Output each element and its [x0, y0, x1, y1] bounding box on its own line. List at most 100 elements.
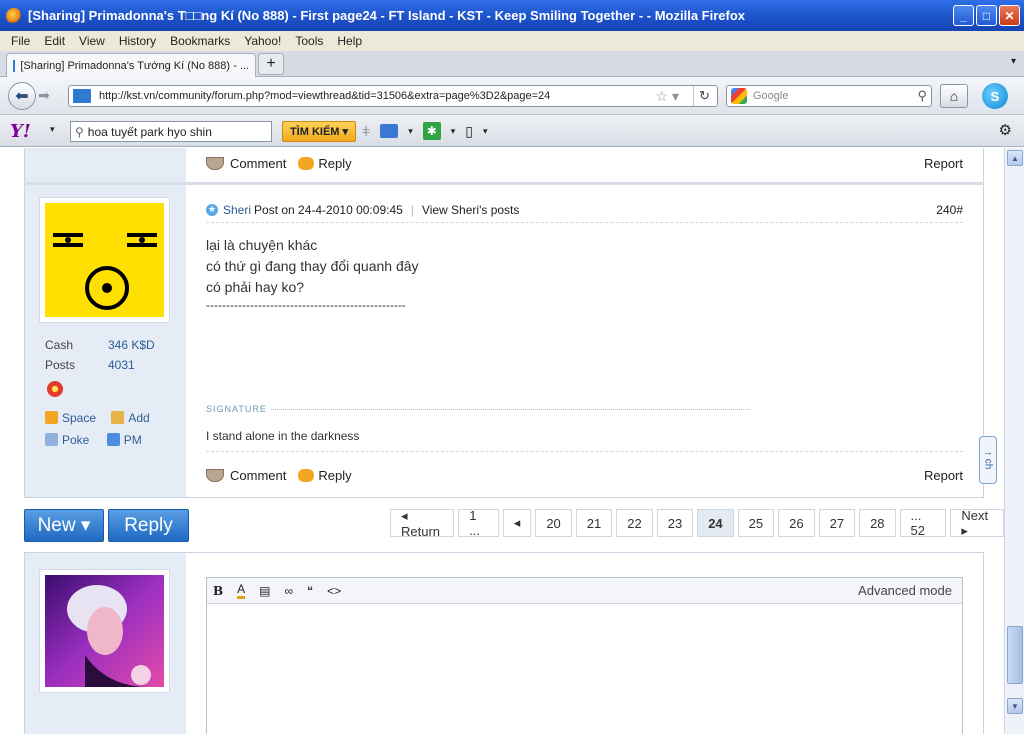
report-link[interactable]: Report	[924, 468, 963, 483]
menu-yahoo[interactable]: Yahoo!	[244, 34, 281, 48]
pager-page[interactable]: 20	[535, 509, 572, 537]
menu-history[interactable]: History	[119, 34, 156, 48]
signature-text: I stand alone in the darkness	[206, 429, 360, 443]
forward-button[interactable]: ➡	[38, 87, 50, 104]
tab-list-icon[interactable]: ▾	[1011, 56, 1016, 67]
close-button[interactable]: ✕	[999, 5, 1020, 26]
add-friend-link[interactable]: Add	[111, 411, 150, 425]
mail-dropdown-icon[interactable]: ▾	[408, 126, 413, 137]
advanced-mode-link[interactable]: Advanced mode	[858, 583, 952, 598]
pager-page[interactable]: 23	[656, 509, 694, 537]
post-author[interactable]: Sheri	[223, 203, 251, 217]
reply-editor[interactable]: B A ▤ ∞ “ <> Advanced mode	[206, 577, 963, 734]
font-color-button[interactable]: A	[237, 582, 246, 599]
signature-label-text: SIGNATURE	[206, 404, 267, 414]
answers-dropdown-icon[interactable]: ▾	[451, 126, 456, 137]
clip-dropdown-icon[interactable]: ▾	[483, 126, 488, 137]
tab-strip: [Sharing] Primadonna's Tướng Kí (No 888)…	[0, 51, 1024, 77]
stat-value: 346 K$D	[108, 338, 155, 352]
poke-link[interactable]: Poke	[45, 433, 89, 447]
url-bar[interactable]: http://kst.vn/community/forum.php?mod=vi…	[68, 85, 718, 107]
back-to-top-button[interactable]: ↑ ch	[979, 436, 997, 484]
site-identity-icon[interactable]	[73, 89, 91, 103]
quote-button[interactable]: “	[307, 584, 313, 598]
comment-link[interactable]: Comment	[230, 468, 286, 483]
clip-icon[interactable]: ▯	[465, 123, 473, 140]
new-tab-button[interactable]: +	[258, 53, 284, 75]
author-link-row: Space Add	[45, 407, 150, 429]
comment-link[interactable]: Comment	[230, 156, 286, 171]
yahoo-search-input[interactable]: ⚲ hoa tuyết park hyo shin	[70, 121, 272, 142]
google-engine-icon[interactable]	[731, 88, 747, 104]
view-author-posts-link[interactable]: View Sheri's posts	[422, 203, 519, 217]
pager-page[interactable]: 25	[737, 509, 775, 537]
skype-icon[interactable]: S	[982, 83, 1008, 109]
scroll-down-button[interactable]: ▼	[1007, 698, 1023, 714]
gear-icon[interactable]: ⚙	[999, 121, 1012, 139]
reply-icon	[298, 156, 315, 170]
home-button[interactable]: ⌂	[940, 84, 968, 108]
yahoo-dropdown-icon[interactable]: ▾	[50, 124, 55, 135]
mail-icon[interactable]	[380, 124, 399, 138]
pager-page[interactable]: 26	[778, 509, 815, 537]
reload-button[interactable]: ↻	[693, 86, 715, 106]
page-scrollbar[interactable]: ▲ ▼	[1004, 148, 1024, 734]
reply-link[interactable]: Reply	[318, 468, 351, 483]
pager-next[interactable]: Next ▸	[950, 508, 1004, 538]
yahoo-toolbar: Y! ▾ ⚲ hoa tuyết park hyo shin TÌM KIẾM …	[0, 115, 1024, 147]
bookmark-star-icon[interactable]: ☆ ▾	[656, 88, 679, 105]
avatar[interactable]	[39, 197, 170, 323]
post-actions: Comment Reply Report	[206, 463, 963, 487]
maximize-button[interactable]: □	[976, 5, 997, 26]
poke-label: Poke	[62, 433, 90, 447]
menu-view[interactable]: View	[79, 34, 105, 48]
reply-link[interactable]: Reply	[318, 156, 351, 171]
post-line: có thứ gì đang thay đổi quanh đây	[206, 258, 419, 274]
browser-tab[interactable]: [Sharing] Primadonna's Tướng Kí (No 888)…	[6, 53, 256, 77]
author-stats: Cash 346 K$D Posts 4031	[45, 335, 155, 375]
pager-page[interactable]: 28	[859, 509, 896, 537]
report-link[interactable]: Report	[924, 156, 963, 171]
pager-return[interactable]: ◂ Return	[390, 508, 455, 539]
space-link[interactable]: Space	[45, 411, 96, 425]
scroll-up-button[interactable]: ▲	[1007, 150, 1023, 166]
envelope-icon	[106, 433, 120, 446]
answers-icon[interactable]: ✱	[422, 122, 441, 140]
pager-prev[interactable]: ◂	[502, 509, 532, 537]
author-link-row: Poke PM	[45, 429, 150, 451]
separator-icon: ǂ	[362, 123, 371, 139]
avatar[interactable]	[39, 569, 170, 693]
pm-link[interactable]: PM	[106, 433, 142, 447]
menu-file[interactable]: File	[11, 34, 30, 48]
reply-author-sidebar	[25, 553, 186, 734]
post-floor-number[interactable]: 240#	[936, 203, 963, 217]
pager-page[interactable]: 22	[616, 509, 653, 537]
menu-help[interactable]: Help	[337, 34, 362, 48]
pager-first[interactable]: 1 ...	[458, 508, 499, 538]
space-label: Space	[62, 411, 97, 425]
post-content: lại là chuyện khác có thứ gì đang thay đ…	[206, 235, 419, 312]
reply-button[interactable]: Reply	[108, 509, 189, 542]
yahoo-logo-icon[interactable]: Y!	[10, 121, 31, 142]
page-viewport: Comment Reply Report Cash 346 K$D Posts …	[0, 148, 1004, 734]
stat-value[interactable]: 4031	[108, 358, 135, 372]
menu-tools[interactable]: Tools	[295, 34, 323, 48]
new-thread-button[interactable]: New ▾	[24, 509, 104, 542]
search-icon[interactable]: ⚲	[917, 88, 927, 104]
pager-last[interactable]: ... 52	[899, 508, 947, 538]
menu-edit[interactable]: Edit	[44, 34, 65, 48]
medal-icon	[47, 381, 63, 397]
scroll-thumb[interactable]	[1007, 626, 1023, 684]
back-button[interactable]: ⬅	[8, 82, 36, 110]
post-author-sidebar: Cash 346 K$D Posts 4031 Space Add Poke PM	[25, 185, 186, 498]
insert-image-button[interactable]: ▤	[259, 584, 270, 598]
yahoo-search-button[interactable]: TÌM KIẾM ▾	[282, 121, 356, 142]
search-bar[interactable]: Google ⚲	[726, 85, 932, 107]
pager-page[interactable]: 21	[575, 509, 613, 537]
code-button[interactable]: <>	[327, 584, 341, 598]
pager-page[interactable]: 27	[818, 509, 856, 537]
bold-button[interactable]: B	[213, 584, 223, 598]
menu-bookmarks[interactable]: Bookmarks	[170, 34, 230, 48]
minimize-button[interactable]: _	[953, 5, 974, 26]
insert-link-button[interactable]: ∞	[285, 584, 294, 598]
